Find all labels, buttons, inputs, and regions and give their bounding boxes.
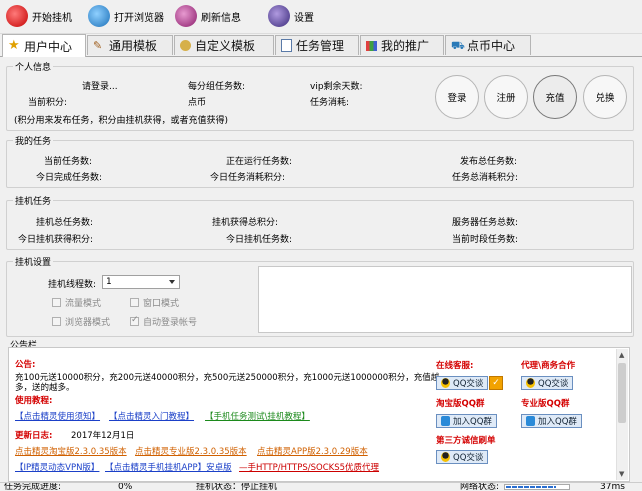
open-browser-button[interactable]: 打开浏览器 <box>88 3 164 29</box>
qq-group-icon <box>526 416 535 426</box>
taobao-join-group-button[interactable]: 加入QQ群 <box>436 414 497 428</box>
hang-tasks-group: 挂机任务 <box>6 194 634 250</box>
refresh-icon <box>175 5 197 27</box>
tab-user-center[interactable]: ★ 用户中心 <box>2 34 86 57</box>
hang-total-label: 挂机总任务数: <box>36 218 94 228</box>
tab-coin-center[interactable]: ⛟ 点币中心 <box>445 35 531 55</box>
scroll-down-icon[interactable]: ▼ <box>619 470 624 478</box>
tab-custom-template[interactable]: 自定义模板 <box>174 35 274 55</box>
vpn-link[interactable]: 【IP精灵动态VPN版】 <box>15 461 99 473</box>
chevron-down-icon <box>169 280 175 284</box>
window-mode-checkbox[interactable]: 窗口模式 <box>130 296 179 309</box>
threads-label: 挂机线程数: <box>48 280 97 290</box>
today-tasks-label: 今日挂机任务数: <box>226 235 293 245</box>
group-title: 挂机设置 <box>13 255 54 268</box>
tutorial-heading: 使用教程: <box>15 396 53 406</box>
register-button[interactable]: 注册 <box>484 75 528 119</box>
group-title: 我的任务 <box>13 134 54 147</box>
tutorial-link-intro[interactable]: 【点击精灵入门教程】 <box>109 410 194 422</box>
cs-qq-chat-button[interactable]: QQ交谈 <box>436 376 489 390</box>
announce-line-2: 多，送的越多。 <box>15 383 75 393</box>
tab-bar: ★ 用户中心 ✎ 通用模板 自定义模板 任务管理 我的推广 ⛟ 点币中心 <box>0 34 642 57</box>
tutorial-link-notice[interactable]: 【点击精灵使用须知】 <box>15 410 100 422</box>
update-date: 2017年12月1日 <box>71 431 135 441</box>
current-points-label: 当前积分: <box>28 98 68 108</box>
points-note: (积分用来发布任务，积分由挂机获得，或者充值获得) <box>14 116 229 126</box>
pro-join-group-button[interactable]: 加入QQ群 <box>521 414 582 428</box>
agent-label: 代理\商务合作 <box>521 361 576 371</box>
tab-task-management[interactable]: 任务管理 <box>275 35 359 55</box>
hang-earned-label: 挂机获得总积分: <box>212 218 279 228</box>
traffic-mode-checkbox[interactable]: 流量模式 <box>52 296 101 309</box>
third-party-label: 第三方诚信刷单 <box>436 436 496 446</box>
auto-login-checkbox[interactable]: 自动登录帐号 <box>130 315 197 328</box>
notice-board: 公告: 充100元送10000积分，充200元送40000积分，充500元送25… <box>8 347 630 482</box>
threads-select[interactable]: 1 <box>102 275 180 289</box>
wand-icon: ✎ <box>93 38 103 52</box>
running-tasks-label: 正在运行任务数: <box>226 157 293 167</box>
gear-icon <box>268 5 290 27</box>
agent-qq-chat-button[interactable]: QQ交谈 <box>521 376 574 390</box>
cart-icon: ⛟ <box>451 38 465 52</box>
qq-icon <box>526 378 535 388</box>
update-heading: 更新日志: <box>15 431 53 441</box>
announce-line-1: 充100元送10000积分，充200元送40000积分，充500元送250000… <box>15 373 440 383</box>
server-total-label: 服务器任务总数: <box>452 218 519 228</box>
document-icon <box>281 39 292 52</box>
tasks-per-group-label: 每分组任务数: <box>188 82 246 92</box>
third-party-qq-chat-button[interactable]: QQ交谈 <box>436 450 489 464</box>
tutorial-link-mobile[interactable]: 【手机任务测试\挂机教程】 <box>205 410 310 422</box>
login-status: 请登录... <box>82 82 118 92</box>
mobile-app-link[interactable]: 【点击精灵手机挂机APP】安卓版 <box>105 461 232 473</box>
vip-days-label: vip剩余天数: <box>310 82 363 92</box>
group-title: 挂机任务 <box>13 194 54 207</box>
download-pro-link[interactable]: 点击精灵专业版2.3.0.35版本 <box>135 445 247 457</box>
pro-group-label: 专业版QQ群 <box>521 399 570 409</box>
log-box <box>258 266 632 333</box>
announce-heading: 公告: <box>15 360 36 370</box>
tab-my-promotion[interactable]: 我的推广 <box>360 35 444 55</box>
exchange-button[interactable]: 兑换 <box>583 75 627 119</box>
check-icon: ✓ <box>489 376 503 390</box>
current-tasks-label: 当前任务数: <box>44 157 93 167</box>
published-tasks-label: 发布总任务数: <box>460 157 518 167</box>
palette-icon <box>180 40 191 51</box>
browser-mode-checkbox[interactable]: 浏览器模式 <box>52 315 110 328</box>
proxy-link[interactable]: —手HTTP/HTTPS/SOCKS5优质代理 <box>239 461 379 473</box>
notice-scrollbar[interactable]: ▲ ▼ <box>616 349 628 480</box>
recharge-button[interactable]: 充值 <box>533 75 577 119</box>
qq-icon <box>441 378 450 388</box>
total-cost-label: 任务总消耗积分: <box>452 173 519 183</box>
qq-icon <box>441 452 450 462</box>
period-tasks-label: 当前时段任务数: <box>452 235 519 245</box>
task-cost-label: 任务消耗: <box>310 98 350 108</box>
qq-group-icon <box>441 416 450 426</box>
today-done-label: 今日完成任务数: <box>36 173 103 183</box>
settings-button[interactable]: 设置 <box>268 3 314 29</box>
taobao-group-label: 淘宝版QQ群 <box>436 399 485 409</box>
start-icon <box>6 5 28 27</box>
download-app-link[interactable]: 点击精灵APP版2.3.0.29版本 <box>257 445 368 457</box>
today-points-label: 今日挂机获得积分: <box>18 235 94 245</box>
coins-label: 点币 <box>188 98 207 108</box>
scrollbar-thumb[interactable] <box>618 363 626 423</box>
network-meter <box>504 484 570 490</box>
tab-general-template[interactable]: ✎ 通用模板 <box>87 35 173 55</box>
refresh-button[interactable]: 刷新信息 <box>175 3 241 29</box>
online-cs-label: 在线客服: <box>436 361 474 371</box>
today-cost-label: 今日任务消耗积分: <box>210 173 286 183</box>
start-hang-button[interactable]: 开始挂机 <box>6 3 72 29</box>
group-title: 个人信息 <box>13 60 54 73</box>
chart-icon <box>366 40 377 51</box>
star-icon: ★ <box>8 38 20 53</box>
scroll-up-icon[interactable]: ▲ <box>619 351 624 359</box>
toolbar: 开始挂机 打开浏览器 刷新信息 设置 <box>0 0 642 34</box>
download-taobao-link[interactable]: 点击精灵淘宝版2.3.0.35版本 <box>15 445 127 457</box>
login-button[interactable]: 登录 <box>435 75 479 119</box>
browser-icon <box>88 5 110 27</box>
